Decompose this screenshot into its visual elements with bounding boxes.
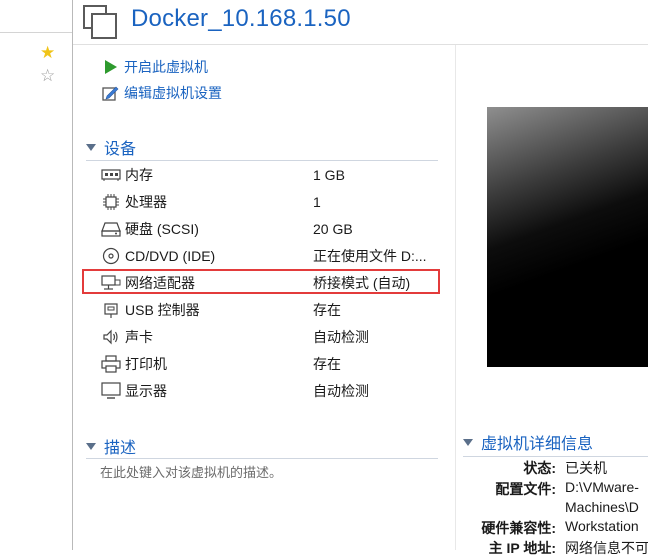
detail-label-config-file: 配置文件:: [495, 481, 556, 497]
device-row-cd-dvd[interactable]: CD/DVD (IDE) 正在使用文件 D:...: [100, 244, 440, 268]
vm-details-section-title: 虚拟机详细信息: [481, 436, 594, 453]
power-on-vm-button[interactable]: 开启此虚拟机: [100, 56, 208, 78]
detail-value-hardware-compat: Workstation: [565, 518, 639, 534]
device-value: 1: [313, 194, 321, 210]
virtual-machine-icon: [83, 5, 117, 39]
play-icon: [100, 57, 120, 77]
device-row-hard-disk[interactable]: 硬盘 (SCSI) 20 GB: [100, 217, 440, 241]
favorite-star-outline-icon[interactable]: ☆: [40, 67, 55, 85]
printer-icon: [100, 354, 122, 374]
detail-label-status: 状态:: [523, 460, 556, 476]
device-name: 硬盘 (SCSI): [125, 221, 199, 237]
preview-reflection: [487, 107, 648, 367]
device-name: 内存: [125, 167, 153, 183]
detail-value-config-file-cont: Machines\D: [565, 499, 639, 515]
detail-value-status: 已关机: [565, 460, 607, 476]
device-row-printer[interactable]: 打印机 存在: [100, 352, 440, 376]
collapse-triangle-icon: [86, 143, 96, 151]
favorite-star-filled-icon[interactable]: ★: [40, 44, 55, 62]
display-icon: [100, 381, 122, 401]
edit-settings-icon: [100, 83, 120, 103]
edit-vm-settings-label: 编辑虚拟机设置: [124, 85, 222, 101]
device-row-usb[interactable]: USB 控制器 存在: [100, 298, 440, 322]
device-name: 声卡: [125, 329, 153, 345]
device-name: 打印机: [125, 356, 167, 372]
hard-disk-icon: [100, 219, 122, 239]
pane-divider: [455, 45, 456, 550]
processor-icon: [100, 192, 122, 212]
vm-details-section-header[interactable]: 虚拟机详细信息: [463, 431, 593, 453]
device-name: CD/DVD (IDE): [125, 248, 216, 264]
edit-vm-settings-button[interactable]: 编辑虚拟机设置: [100, 82, 222, 104]
collapse-triangle-icon: [463, 438, 473, 446]
device-value: 存在: [313, 356, 341, 372]
device-value: 自动检测: [313, 383, 369, 399]
device-row-processor[interactable]: 处理器 1: [100, 190, 440, 214]
device-value: 存在: [313, 302, 341, 318]
devices-section-header[interactable]: 设备: [86, 136, 136, 158]
usb-icon: [100, 300, 122, 320]
library-sidebar: ★ ☆: [0, 0, 73, 550]
power-on-vm-label: 开启此虚拟机: [124, 59, 208, 75]
device-value: 正在使用文件 D:...: [313, 248, 427, 264]
device-name: 处理器: [125, 194, 167, 210]
device-value: 自动检测: [313, 329, 369, 345]
description-section-divider: [86, 458, 438, 459]
devices-section-divider: [86, 160, 438, 161]
cd-dvd-icon: [100, 246, 122, 266]
detail-value-primary-ip: 网络信息不可: [565, 540, 648, 556]
vm-details-divider: [463, 456, 648, 457]
detail-value-config-file: D:\VMware-: [565, 479, 639, 495]
device-name: 显示器: [125, 383, 167, 399]
vm-title: Docker_10.168.1.50: [131, 5, 351, 32]
device-value: 1 GB: [313, 167, 345, 183]
device-row-memory[interactable]: 内存 1 GB: [100, 163, 440, 187]
detail-label-primary-ip: 主 IP 地址:: [488, 540, 556, 556]
vm-screen-preview[interactable]: [487, 107, 648, 367]
title-divider: [73, 44, 648, 45]
memory-icon: [100, 165, 122, 185]
network-adapter-highlight-box: [82, 269, 440, 294]
device-row-sound-card[interactable]: 声卡 自动检测: [100, 325, 440, 349]
sound-card-icon: [100, 327, 122, 347]
description-section-header[interactable]: 描述: [86, 435, 136, 457]
collapse-triangle-icon: [86, 442, 96, 450]
sidebar-divider: [0, 32, 72, 33]
device-name: USB 控制器: [125, 302, 200, 318]
detail-label-hardware-compat: 硬件兼容性:: [481, 520, 556, 536]
devices-section-title: 设备: [104, 141, 137, 158]
description-section-title: 描述: [104, 440, 137, 457]
device-row-display[interactable]: 显示器 自动检测: [100, 379, 440, 403]
description-field[interactable]: 在此处键入对该虚拟机的描述。: [100, 462, 282, 481]
device-value: 20 GB: [313, 221, 353, 237]
